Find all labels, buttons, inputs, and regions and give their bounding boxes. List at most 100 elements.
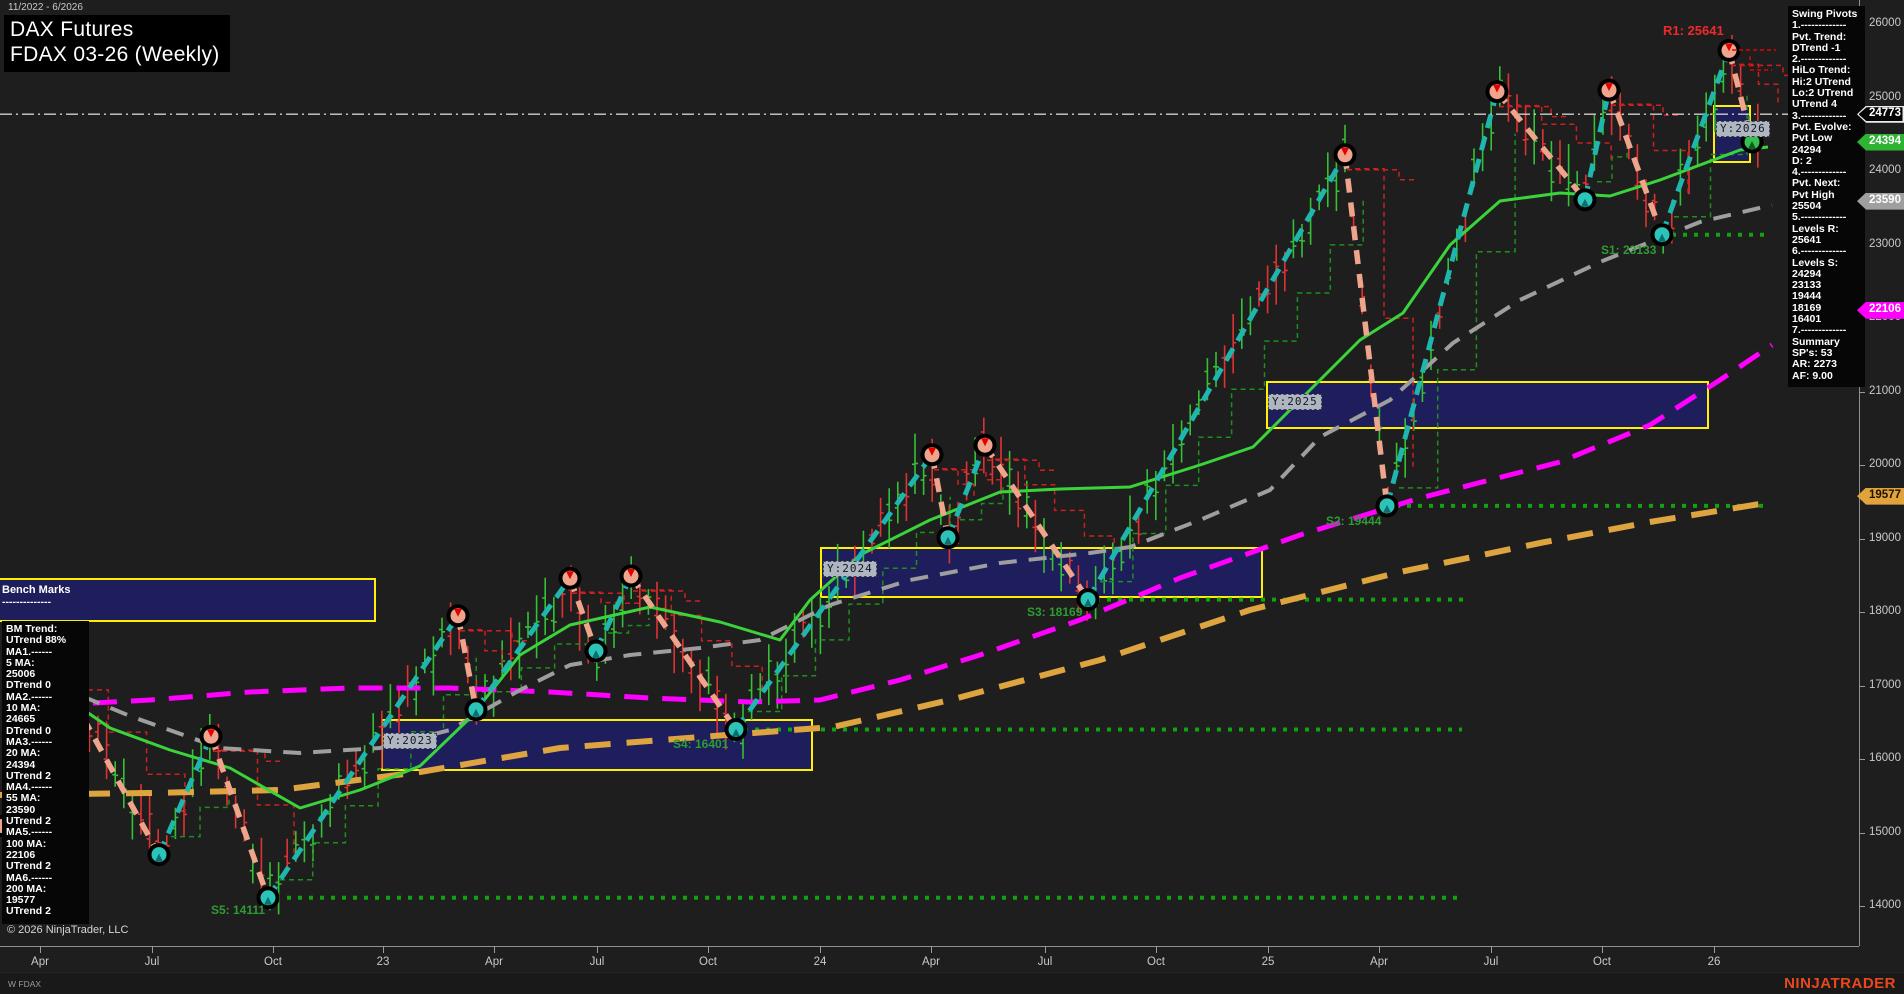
time-axis-tick [1714, 946, 1715, 953]
swing-pivots-panel: Swing Pivots 1.------------- Pvt. Trend: DT… [1788, 6, 1865, 387]
time-axis-label: Apr [1370, 956, 1388, 968]
swing-pivots-line: Pvt Low [1792, 132, 1833, 145]
time-axis-label: Apr [31, 956, 49, 968]
candles-down [52, 35, 1761, 892]
benchmarks-line: MA5.------ [6, 826, 53, 839]
time-axis-tick [494, 946, 495, 953]
support-label-s3: S3: 18169 [1027, 605, 1083, 619]
status-strip [0, 972, 1904, 994]
price-axis-tick [1859, 906, 1865, 907]
support-label-s1: S1: 23133 [1601, 243, 1657, 257]
year-box-label[interactable]: Y:2025 [1268, 394, 1322, 410]
price-tag-23590: 23590 [1857, 192, 1904, 210]
time-axis-label: Oct [1593, 956, 1611, 968]
time-axis-tick [40, 946, 41, 953]
time-axis-tick [708, 946, 709, 953]
time-axis-label: Jul [1483, 956, 1499, 968]
time-axis-label: Jul [144, 956, 160, 968]
time-axis-tick [383, 946, 384, 953]
price-axis-label: 19000 [1869, 531, 1901, 544]
year-box-label[interactable]: Y:2023 [383, 733, 437, 749]
price-tag-value: 22106 [1869, 302, 1901, 315]
price-axis-tick [1859, 538, 1865, 540]
time-axis-line [0, 946, 1859, 947]
swing-pivots-line: 6.------------- [1792, 245, 1847, 258]
instrument-tab-label[interactable]: W FDAX [8, 979, 41, 989]
chart-canvas[interactable] [0, 0, 1904, 994]
swing-pivots-line: 1.------------- [1792, 19, 1847, 32]
price-axis-label: 15000 [1869, 825, 1901, 838]
price-axis-tick [1859, 832, 1865, 834]
contract-title: FDAX 03-26 (Weekly) [10, 43, 220, 66]
support-label-s2: S2: 19444 [1326, 514, 1382, 528]
year-range-box[interactable] [1266, 381, 1709, 429]
price-tag-value: 24773 [1869, 106, 1901, 119]
price-axis-label: 24000 [1869, 164, 1901, 176]
time-axis-label: Apr [485, 956, 503, 968]
price-tag-value: 19577 [1869, 488, 1901, 501]
year-box-label[interactable]: Y:2024 [823, 561, 877, 577]
swing-pivots-line: 7.------------- [1792, 324, 1847, 337]
price-axis-label: 17000 [1869, 678, 1901, 691]
time-axis-label: Oct [1147, 956, 1165, 968]
benchmarks-line: 24665 [6, 713, 36, 726]
time-axis-label: Oct [264, 956, 282, 968]
price-axis-label: 20000 [1869, 458, 1901, 470]
price-axis-label: 18000 [1869, 605, 1901, 617]
price-axis-label: 21000 [1869, 384, 1901, 397]
price-axis-tick [1859, 612, 1865, 613]
time-axis-tick [820, 946, 821, 953]
price-tag-value: 23590 [1869, 193, 1901, 206]
time-axis-tick [152, 946, 153, 953]
benchmarks-line: 20 MA: [6, 747, 41, 760]
time-axis-label: 23 [376, 956, 390, 968]
time-axis-tick [597, 946, 598, 953]
price-axis-tick [1859, 685, 1865, 687]
time-axis-tick [1491, 946, 1492, 953]
price-axis-label: 16000 [1869, 752, 1901, 764]
price-tag-19577: 19577 [1857, 487, 1904, 505]
time-axis-label: 25 [1261, 956, 1275, 968]
price-tag-value: 24394 [1869, 134, 1901, 147]
swing-pivots-line: UTrend 4 [1792, 98, 1837, 111]
ninjatrader-chart-window: 11/2022 - 6/2026 DAX Futures FDAX 03-26 … [0, 0, 1904, 994]
instrument-title: DAX Futures [10, 18, 134, 41]
price-tag-24394: 24394 [1857, 133, 1904, 151]
time-axis-tick [931, 946, 932, 953]
benchmarks-list: BM Trend: UTrend 88% MA1.------ 5 MA: 25006 D… [2, 621, 89, 924]
support-label-s4: S4: 16401 [673, 737, 729, 751]
support-label-s5: S5: 14111 [211, 903, 266, 917]
benchmarks-line: UTrend 88% [6, 634, 67, 647]
swing-pivots-line: 5.------------- [1792, 211, 1847, 224]
chart-date-range: 11/2022 - 6/2026 [8, 2, 83, 13]
time-axis-tick [273, 946, 274, 953]
time-axis-tick [1602, 946, 1603, 953]
price-tag-22106: 22106 [1857, 301, 1904, 319]
time-axis-tick [1045, 946, 1046, 953]
time-axis-tick [1379, 946, 1380, 953]
ma-line-20-ma [54, 145, 1769, 810]
swing-pivots-line: AF: 9.00 [1792, 369, 1833, 382]
price-axis-label: 25000 [1869, 90, 1901, 103]
year-box-label[interactable]: Y:2026 [1716, 121, 1770, 137]
price-axis-label: 26000 [1869, 17, 1901, 29]
benchmarks-line: UTrend 2 [6, 905, 51, 918]
time-axis-label: Apr [922, 956, 940, 968]
price-axis-label: 23000 [1869, 237, 1901, 250]
price-axis-label: 14000 [1869, 899, 1901, 911]
copyright-text: © 2026 NinjaTrader, LLC [7, 924, 129, 936]
ninjatrader-logo: NINJATRADER [1784, 975, 1896, 992]
time-axis-label: Oct [699, 956, 717, 968]
benchmarks-panel: Bench Marks -------------- BM Trend: UTre… [2, 584, 98, 924]
benchmarks-line: UTrend 2 [6, 860, 51, 873]
chart-title-panel: DAX Futures FDAX 03-26 (Weekly) [4, 15, 230, 72]
time-axis-label: Jul [1037, 956, 1053, 968]
price-tag-24773: 24773 [1857, 105, 1904, 123]
time-axis-label: 24 [813, 956, 827, 968]
price-axis-tick [1859, 465, 1865, 466]
time-axis-tick [1156, 946, 1157, 953]
price-axis-tick [1859, 759, 1865, 760]
resistance-label-r1: R1: 25641 [1663, 23, 1724, 38]
time-axis-label: 26 [1707, 956, 1721, 968]
swing-pivots-line: AR: 2273 [1792, 358, 1837, 371]
